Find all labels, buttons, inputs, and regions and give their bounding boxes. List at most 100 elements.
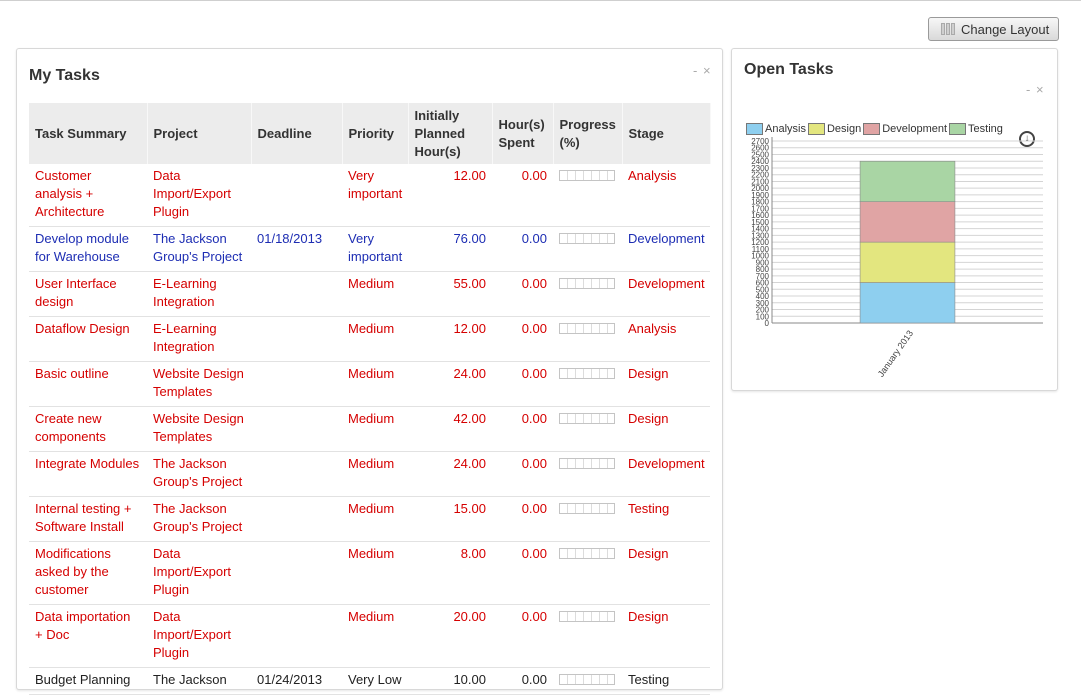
project-cell: E-Learning Integration: [147, 271, 251, 317]
hours-spent-cell: 0.00: [492, 541, 553, 605]
stage-cell: Analysis: [622, 164, 710, 227]
table-row[interactable]: Integrate Modules The Jackson Group's Pro…: [29, 451, 710, 497]
deadline-cell: [251, 164, 342, 227]
column-header[interactable]: Progress (%): [553, 103, 623, 164]
progress-cell: [553, 406, 622, 452]
priority-cell: Very Low: [342, 667, 408, 695]
planned-hours-cell: 42.00: [408, 406, 492, 452]
priority-cell: Very important: [342, 226, 408, 272]
open-tasks-panel: Open Tasks - × Analysis Design Development…: [731, 48, 1058, 391]
project-cell: E-Learning Integration: [147, 316, 251, 362]
stage-cell: Design: [622, 361, 710, 407]
progress-cell: [553, 271, 622, 317]
table-row[interactable]: Basic outline Website Design Templates Med…: [29, 361, 710, 407]
stage-cell: Development: [622, 271, 710, 317]
column-header[interactable]: Priority: [342, 103, 409, 164]
priority-cell: Medium: [342, 316, 408, 362]
table-row[interactable]: Budget Planning The Jackson 01/24/2013 Very…: [29, 667, 710, 695]
table-row[interactable]: Data importation + Doc Data Import/Export…: [29, 604, 710, 668]
stage-cell: Design: [622, 604, 710, 668]
table-body: Customer analysis + Architecture Data Imp…: [29, 164, 710, 695]
column-header[interactable]: Project: [147, 103, 252, 164]
hours-spent-cell: 0.00: [492, 361, 553, 407]
panel-title: My Tasks: [29, 67, 100, 84]
priority-cell: Medium: [342, 271, 408, 317]
progress-cell: [553, 361, 622, 407]
panel-controls[interactable]: - ×: [693, 63, 712, 78]
table-row[interactable]: Modifications asked by the customer Data …: [29, 541, 710, 605]
progress-bar: [559, 413, 615, 424]
project-cell: The Jackson Group's Project: [147, 451, 251, 497]
deadline-cell: [251, 604, 342, 668]
planned-hours-cell: 55.00: [408, 271, 492, 317]
project-cell: Website Design Templates: [147, 361, 251, 407]
planned-hours-cell: 76.00: [408, 226, 492, 272]
hours-spent-cell: 0.00: [492, 316, 553, 362]
task-summary-cell: Basic outline: [29, 361, 147, 407]
task-summary-cell: Budget Planning: [29, 667, 147, 695]
stage-cell: Testing: [622, 496, 710, 542]
table-row[interactable]: Develop module for Warehouse The Jackson …: [29, 226, 710, 272]
planned-hours-cell: 10.00: [408, 667, 492, 695]
column-header[interactable]: Hour(s) Spent: [492, 103, 554, 164]
open-tasks-chart: 0100200300400500600700800900100011001200…: [751, 137, 1043, 379]
column-header[interactable]: Stage: [622, 103, 711, 164]
priority-cell: Medium: [342, 541, 408, 605]
priority-cell: Medium: [342, 496, 408, 542]
hours-spent-cell: 0.00: [492, 271, 553, 317]
task-summary-cell: Integrate Modules: [29, 451, 147, 497]
table-row[interactable]: Customer analysis + Architecture Data Imp…: [29, 164, 710, 227]
column-header[interactable]: Initially Planned Hour(s): [408, 103, 493, 164]
project-cell: Data Import/Export Plugin: [147, 604, 251, 668]
hours-spent-cell: 0.00: [492, 226, 553, 272]
column-header[interactable]: Deadline: [251, 103, 343, 164]
table-row[interactable]: Internal testing + Software Install The J…: [29, 496, 710, 542]
stage-cell: Analysis: [622, 316, 710, 362]
priority-cell: Medium: [342, 361, 408, 407]
hours-spent-cell: 0.00: [492, 667, 553, 695]
planned-hours-cell: 8.00: [408, 541, 492, 605]
planned-hours-cell: 24.00: [408, 451, 492, 497]
progress-bar: [559, 458, 615, 469]
task-summary-cell: Customer analysis + Architecture: [29, 164, 147, 227]
stage-cell: Design: [622, 541, 710, 605]
progress-cell: [553, 316, 622, 362]
project-cell: Data Import/Export Plugin: [147, 164, 251, 227]
task-summary-cell: Internal testing + Software Install: [29, 496, 147, 542]
progress-cell: [553, 667, 622, 695]
columns-icon: [941, 23, 955, 35]
deadline-cell: [251, 361, 342, 407]
bar-segment-analysis[interactable]: [859, 282, 956, 324]
change-layout-label: Change Layout: [961, 21, 1050, 37]
stage-cell: Testing: [622, 667, 710, 695]
task-summary-cell: Data importation + Doc: [29, 604, 147, 668]
priority-cell: Medium: [342, 604, 408, 668]
progress-bar: [559, 611, 615, 622]
progress-bar: [559, 323, 615, 334]
progress-bar: [559, 548, 615, 559]
column-header[interactable]: Task Summary: [29, 103, 148, 164]
hours-spent-cell: 0.00: [492, 164, 553, 227]
project-cell: Website Design Templates: [147, 406, 251, 452]
progress-cell: [553, 604, 622, 668]
change-layout-button[interactable]: Change Layout: [928, 17, 1059, 41]
hours-spent-cell: 0.00: [492, 604, 553, 668]
task-summary-cell: Modifications asked by the customer: [29, 541, 147, 605]
progress-cell: [553, 496, 622, 542]
bar-segment-testing[interactable]: [859, 160, 956, 202]
project-cell: The Jackson Group's Project: [147, 496, 251, 542]
priority-cell: Very important: [342, 164, 408, 227]
task-summary-cell: Dataflow Design: [29, 316, 147, 362]
progress-cell: [553, 164, 622, 227]
bar-segment-design[interactable]: [859, 241, 956, 283]
table-row[interactable]: User Interface design E-Learning Integrat…: [29, 271, 710, 317]
table-row[interactable]: Dataflow Design E-Learning Integration Med…: [29, 316, 710, 362]
table-row[interactable]: Create new components Website Design Temp…: [29, 406, 710, 452]
planned-hours-cell: 15.00: [408, 496, 492, 542]
deadline-cell: [251, 406, 342, 452]
deadline-cell: [251, 316, 342, 362]
bar-segment-development[interactable]: [859, 201, 956, 243]
task-summary-cell: User Interface design: [29, 271, 147, 317]
task-summary-cell: Develop module for Warehouse: [29, 226, 147, 272]
deadline-cell: [251, 541, 342, 605]
